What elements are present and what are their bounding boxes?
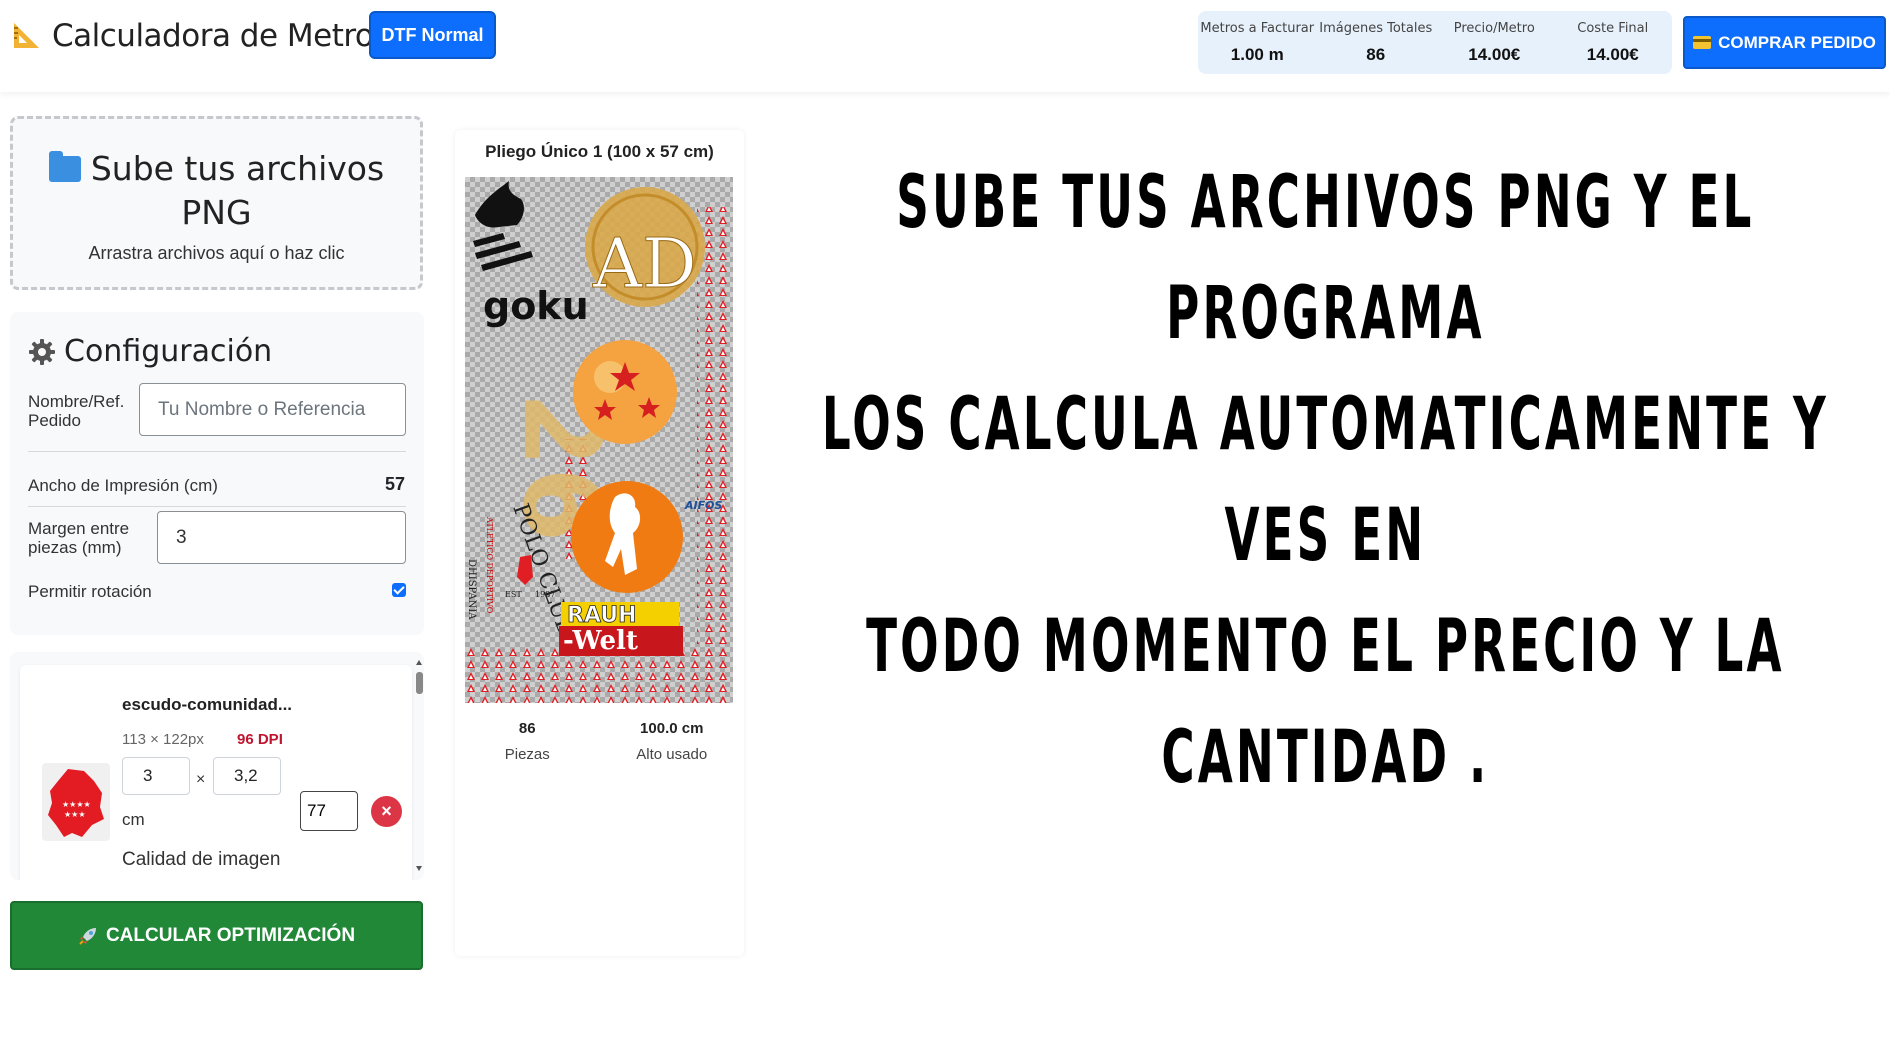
stat-value: 86 [1366,45,1386,64]
promo-line: TODO MOMENTO EL PRECIO Y LA CANTIDAD . [866,604,1785,800]
stat-final-cost: Coste Final 14.00€ [1554,11,1673,74]
order-name-label: Nombre/Ref. Pedido [28,392,125,430]
calculate-optimization-button[interactable]: CALCULAR OPTIMIZACIÓN [10,901,423,970]
stat-price-per-meter: Precio/Metro 14.00€ [1435,11,1554,74]
design-label: ATLETICO DEPORTIVO [485,516,494,614]
upload-hint: Arrastra archivos aquí o haz clic [88,243,345,263]
stat-label: Metros a Facturar [1200,21,1315,36]
svg-text:★★★: ★★★ [64,810,86,819]
design-label: 1987 [535,590,555,599]
divider [28,506,406,507]
sheet-canvas: goku AD 26 POLO CLUB DHISPANIA ATLETICO … [465,177,733,703]
sheet-stat-value: 86 [518,720,536,737]
goku-logo-icon [473,181,533,271]
file-upload-dropzone[interactable]: Sube tus archivos PNG Arrastra archivos … [10,116,423,290]
scroll-down-arrow-icon[interactable] [416,866,422,871]
calculate-label: CALCULAR OPTIMIZACIÓN [105,924,356,946]
app-title: Calculadora de Metros [52,18,390,54]
packed-designs-preview: goku AD 26 POLO CLUB DHISPANIA ATLETICO … [465,181,733,703]
folder-icon [48,151,81,182]
file-item: escudo-comunidad... 113 × 122px 96 DPI ★… [20,665,412,880]
upload-title-text: Sube tus archivos PNG [90,149,385,232]
stat-value: 14.00€ [1586,45,1639,64]
file-width-input[interactable] [122,757,190,795]
svg-text:★★★★: ★★★★ [62,800,91,809]
rocket-icon [79,927,96,945]
stat-label: Imágenes Totales [1319,21,1433,36]
triangle-ruler-icon [14,23,39,48]
config-title-text: Configuración [64,334,273,369]
sheet-preview-panel: Pliego Único 1 (100 x 57 cm) goku AD 26 … [455,130,744,956]
sheet-stat-pieces: 86 Piezas [455,720,600,763]
file-name: escudo-comunidad... [122,695,293,714]
top-header: Calculadora de Metros DTF Normal Metros … [0,0,1890,92]
size-unit: cm [122,810,145,829]
order-name-input[interactable] [139,383,406,436]
sheet-stats: 86 Piezas 100.0 cm Alto usado [455,720,744,763]
file-dpi-badge: 96 DPI [237,731,283,748]
stat-value: 14.00€ [1468,45,1521,64]
file-pixel-dimensions: 113 × 122px [122,731,204,748]
design-label: RAUH [567,603,637,628]
mode-badge-button[interactable]: DTF Normal [369,11,496,59]
promo-line: SUBE TUS ARCHIVOS PNG Y EL PROGRAMA [896,160,1755,356]
madrid-shield-thumbnail-icon: ★★★★ ★★★ [48,769,104,837]
stat-label: Coste Final [1577,21,1649,36]
design-label: -Welt [563,626,638,656]
design-label: goku [483,284,589,328]
print-width-label: Ancho de Impresión (cm) [28,476,218,495]
stat-billed-meters: Metros a Facturar 1.00 m [1198,11,1317,74]
design-label: AIFOS [684,499,722,512]
promo-line: LOS CALCULA AUTOMATICAMENTE Y VES EN [821,382,1829,578]
sheet-stat-label: Alto usado [636,746,708,763]
file-quantity-input[interactable] [300,791,358,831]
credit-card-icon [1693,36,1712,49]
close-icon: × [381,801,392,821]
margin-label: Margen entre piezas (mm) [28,519,130,557]
scroll-up-arrow-icon[interactable] [416,660,422,665]
design-label: EST [505,590,522,599]
design-label: AD [592,225,697,304]
margin-input[interactable] [157,511,406,564]
low-quality-warning: Calidad de imagen baja (<300 DPI) [122,849,281,880]
sheet-stat-label: Piezas [504,746,550,763]
buy-order-button[interactable]: COMPRAR PEDIDO [1683,16,1886,69]
file-height-input[interactable] [213,757,281,795]
order-stats-panel: Metros a Facturar 1.00 m Imágenes Totale… [1198,11,1672,74]
print-width-value: 57 [385,474,406,494]
buy-order-label: COMPRAR PEDIDO [1718,32,1876,52]
promo-text: SUBE TUS ARCHIVOS PNG Y EL PROGRAMA LOS … [768,147,1883,813]
sheet-stat-value: 100.0 cm [640,720,704,737]
times-sign: × [196,771,206,788]
sheet-stat-height: 100.0 cm Alto usado [600,720,745,763]
rotation-label: Permitir rotación [28,582,152,601]
remove-file-button[interactable]: × [371,796,402,827]
stat-total-images: Imágenes Totales 86 [1317,11,1436,74]
stat-value: 1.00 m [1230,45,1284,64]
config-title: Configuración [28,334,272,369]
upload-title: Sube tus archivos PNG [13,147,420,235]
gear-icon [29,338,55,365]
stat-label: Precio/Metro [1453,21,1535,36]
file-thumbnail: ★★★★ ★★★ [42,763,110,841]
configuration-panel: Configuración Nombre/Ref. Pedido Ancho d… [10,312,424,635]
scroll-thumb[interactable] [416,672,423,694]
sheet-title: Pliego Único 1 (100 x 57 cm) [485,142,714,161]
file-list: escudo-comunidad... 113 × 122px 96 DPI ★… [10,652,424,880]
rotation-checkbox[interactable] [392,583,406,597]
divider [28,451,406,452]
design-label: DHISPANIA [466,559,477,620]
file-list-scrollbar[interactable] [414,660,424,875]
